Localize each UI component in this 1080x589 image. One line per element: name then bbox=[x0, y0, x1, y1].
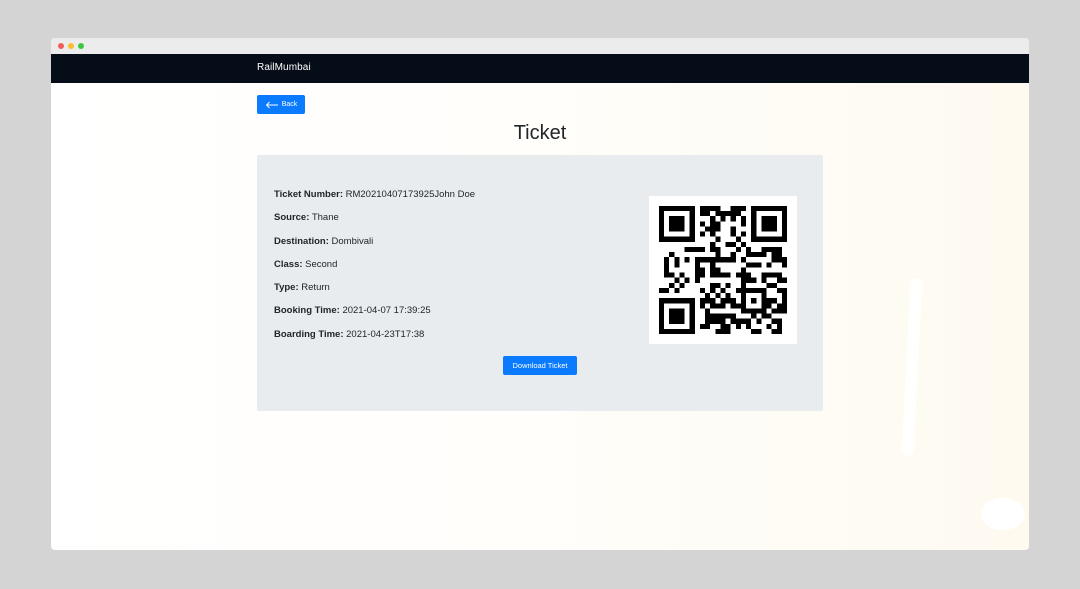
field-label: Destination: bbox=[274, 235, 329, 247]
decorative-streak bbox=[901, 277, 923, 457]
field-value: RM20210407173925John Doe bbox=[345, 189, 476, 200]
booking-time-row: Booking Time: 2021-04-07 17:39:25 bbox=[274, 305, 624, 328]
field-value: Thane bbox=[311, 212, 339, 224]
ticket-number-row: Ticket Number: RM20210407173925John Doe bbox=[274, 189, 624, 212]
close-window-icon[interactable] bbox=[58, 43, 64, 49]
field-value: Return bbox=[301, 282, 330, 294]
page-title: Ticket bbox=[513, 122, 567, 144]
type-row: Type: Return bbox=[274, 282, 624, 305]
field-label: Source: bbox=[274, 212, 310, 224]
qr-code-image bbox=[659, 206, 787, 334]
ticket-card: Ticket Number: RM20210407173925John Doe … bbox=[257, 155, 823, 411]
field-value: Second bbox=[305, 258, 338, 270]
field-value: 2021-04-07 17:39:25 bbox=[342, 305, 431, 317]
back-button[interactable]: Back bbox=[257, 95, 305, 114]
field-label: Class: bbox=[274, 258, 303, 270]
destination-row: Destination: Dombivali bbox=[274, 236, 624, 259]
qr-code bbox=[649, 196, 797, 344]
class-row: Class: Second bbox=[274, 259, 624, 282]
ticket-details: Ticket Number: RM20210407173925John Doe … bbox=[274, 189, 624, 352]
download-ticket-button[interactable]: Download Ticket bbox=[503, 356, 577, 375]
field-label: Type: bbox=[274, 282, 299, 294]
field-value: 2021-04-23T17:38 bbox=[346, 328, 425, 340]
field-label: Boarding Time: bbox=[274, 328, 344, 340]
source-row: Source: Thane bbox=[274, 212, 624, 235]
back-button-label: Back bbox=[281, 101, 298, 108]
boarding-time-row: Boarding Time: 2021-04-23T17:38 bbox=[274, 329, 624, 352]
main-content: Back Ticket Ticket Number: RM20210407173… bbox=[51, 83, 1029, 550]
browser-window: RailMumbai Back Ticket Ticket Number: RM… bbox=[51, 38, 1029, 550]
window-titlebar bbox=[51, 38, 1029, 54]
minimize-window-icon[interactable] bbox=[68, 43, 74, 49]
decorative-blob bbox=[981, 498, 1025, 530]
arrow-left-icon bbox=[265, 101, 279, 109]
field-label: Ticket Number: bbox=[274, 189, 343, 200]
field-label: Booking Time: bbox=[274, 305, 340, 317]
maximize-window-icon[interactable] bbox=[78, 43, 84, 49]
field-value: Dombivali bbox=[331, 235, 374, 247]
brand-link[interactable]: RailMumbai bbox=[257, 62, 311, 73]
navbar: RailMumbai bbox=[51, 54, 1029, 83]
